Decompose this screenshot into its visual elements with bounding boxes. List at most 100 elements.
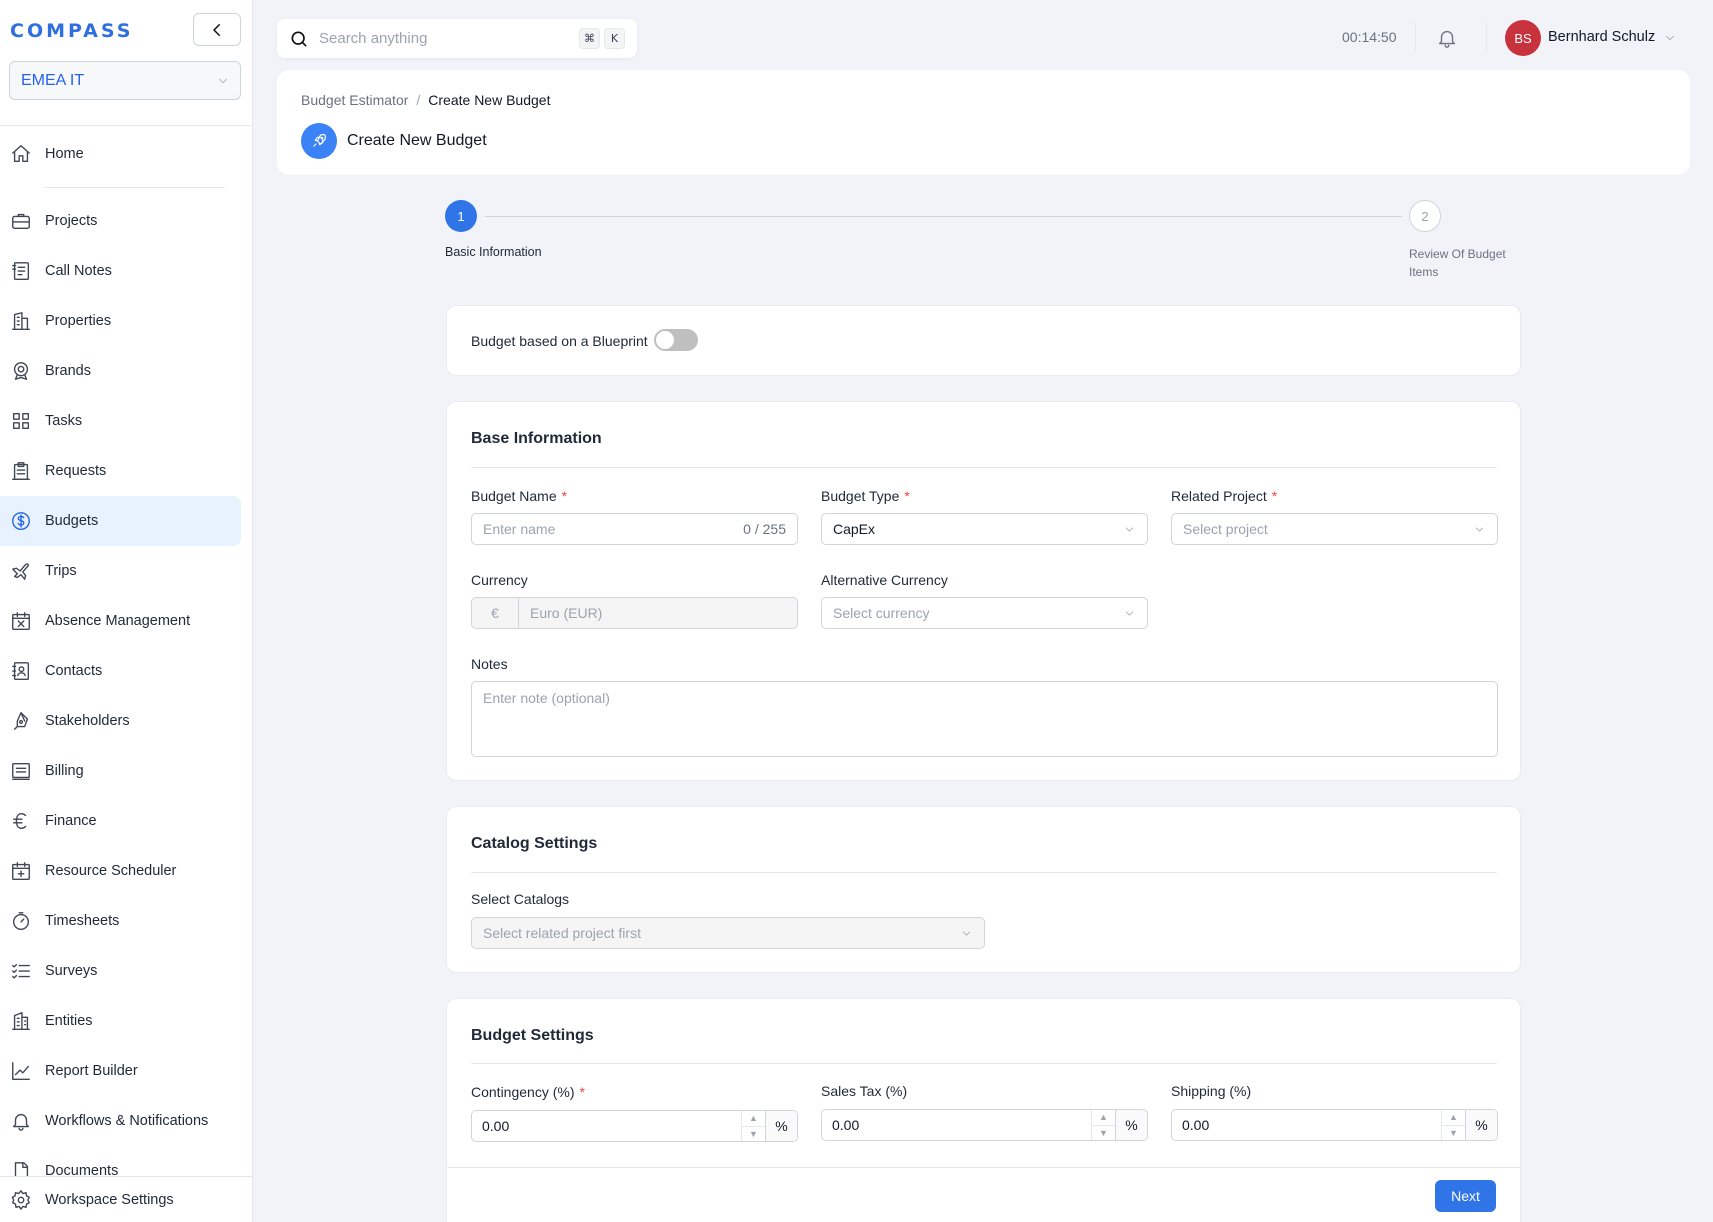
sidebar-item-label: Workspace Settings: [45, 1191, 174, 1208]
decrement-icon[interactable]: ▼: [742, 1127, 765, 1142]
currency-symbol: €: [472, 598, 519, 628]
collapse-sidebar-button[interactable]: [193, 13, 241, 46]
chevron-down-icon: [962, 930, 971, 936]
sidebar-item-call-notes[interactable]: Call Notes: [0, 246, 241, 296]
budget-name-input[interactable]: Enter name 0 / 255: [471, 513, 798, 545]
notifications-button[interactable]: [1436, 27, 1458, 49]
sidebar-item-label: Stakeholders: [45, 713, 130, 729]
sidebar-item-label: Workflows & Notifications: [45, 1113, 209, 1129]
sidebar-item-timesheets[interactable]: Timesheets: [0, 896, 241, 946]
sidebar-item-workflows-notifications[interactable]: Workflows & Notifications: [0, 1096, 241, 1146]
shortcut-k-key: K: [604, 28, 625, 49]
briefcase-icon: [12, 213, 30, 230]
sidebar-item-label: Budgets: [45, 513, 99, 529]
sidebar-item-budgets[interactable]: Budgets: [0, 496, 241, 546]
sidebar-item-stakeholders[interactable]: Stakeholders: [0, 696, 241, 746]
calendar-x-icon: [12, 612, 30, 630]
sidebar-item-brands[interactable]: Brands: [0, 346, 241, 396]
rocket-icon: [313, 134, 326, 147]
budget-type-select[interactable]: CapEx: [821, 513, 1148, 545]
increment-icon[interactable]: ▲: [1092, 1110, 1115, 1126]
sidebar-item-contacts[interactable]: Contacts: [0, 646, 241, 696]
step-1-label: Basic Information: [445, 245, 542, 259]
section-title: Budget Settings: [471, 1027, 594, 1044]
sidebar-item-trips[interactable]: Trips: [0, 546, 241, 596]
plane-icon: [12, 563, 30, 580]
chevron-down-icon: [1125, 610, 1134, 616]
sidebar-item-label: Call Notes: [45, 263, 112, 279]
shipping-value: 0.00: [1182, 1117, 1210, 1133]
number-stepper[interactable]: ▲ ▼: [1441, 1110, 1465, 1140]
budget-name-placeholder: Enter name: [483, 521, 556, 537]
shipping-input[interactable]: 0.00 ▲ ▼ %: [1171, 1109, 1498, 1141]
sidebar-item-label: Timesheets: [45, 913, 120, 929]
divider: [45, 187, 225, 188]
increment-icon[interactable]: ▲: [742, 1111, 765, 1127]
number-stepper[interactable]: ▲ ▼: [1091, 1110, 1115, 1140]
alternative-currency-placeholder: Select currency: [833, 605, 930, 621]
sidebar-item-entities[interactable]: Entities: [0, 996, 241, 1046]
chevron-down-icon: [1125, 526, 1134, 532]
sidebar-item-resource-scheduler[interactable]: Resource Scheduler: [0, 846, 241, 896]
next-button[interactable]: Next: [1435, 1180, 1496, 1212]
decrement-icon[interactable]: ▼: [1442, 1126, 1465, 1141]
step-1-indicator[interactable]: 1: [445, 200, 477, 232]
step-2-indicator[interactable]: 2: [1409, 200, 1441, 232]
related-project-placeholder: Select project: [1183, 521, 1268, 537]
sidebar-item-billing[interactable]: Billing: [0, 746, 241, 796]
sidebar-item-report-builder[interactable]: Report Builder: [0, 1046, 241, 1096]
section-title: Base Information: [471, 430, 602, 447]
divider: [471, 872, 1497, 873]
sidebar-item-properties[interactable]: Properties: [0, 296, 241, 346]
increment-icon[interactable]: ▲: [1442, 1110, 1465, 1126]
compass-logo: COMPASS: [10, 20, 134, 42]
stepper-line: [485, 216, 1402, 217]
sidebar-item-finance[interactable]: Finance: [0, 796, 241, 846]
gear-icon: [11, 1189, 30, 1210]
session-timer: 00:14:50: [1342, 29, 1397, 45]
breadcrumb-parent[interactable]: Budget Estimator: [301, 92, 408, 108]
notes-label: Notes: [471, 656, 508, 672]
divider: [447, 1167, 1522, 1168]
related-project-select[interactable]: Select project: [1171, 513, 1498, 545]
notes-textarea[interactable]: Enter note (optional): [471, 681, 1498, 757]
alternative-currency-select[interactable]: Select currency: [821, 597, 1148, 629]
sales-tax-input[interactable]: 0.00 ▲ ▼ %: [821, 1109, 1148, 1141]
avatar[interactable]: BS: [1505, 20, 1541, 56]
chevron-down-icon[interactable]: [1663, 31, 1677, 45]
select-catalogs-label: Select Catalogs: [471, 891, 570, 907]
divider: [471, 1063, 1497, 1064]
sidebar-item-label: Requests: [45, 463, 107, 479]
sidebar-item-projects[interactable]: Projects: [0, 196, 241, 246]
sidebar-item-requests[interactable]: Requests: [0, 446, 241, 496]
global-search[interactable]: Search anything ⌘ K: [277, 19, 637, 58]
sidebar-item-absence-management[interactable]: Absence Management: [0, 596, 241, 646]
divider: [471, 467, 1497, 468]
search-placeholder: Search anything: [319, 30, 428, 47]
budget-name-label: Budget Name *: [471, 488, 568, 504]
sidebar-item-workspace-settings[interactable]: Workspace Settings: [0, 1176, 252, 1222]
sidebar: COMPASS EMEA IT Home Projects Call Notes…: [0, 0, 253, 1222]
divider: [1415, 22, 1416, 52]
number-stepper[interactable]: ▲ ▼: [741, 1111, 765, 1141]
sidebar-item-home[interactable]: Home: [0, 129, 241, 179]
page-header: Budget Estimator / Create New Budget Creat…: [277, 70, 1690, 175]
shortcut-cmd-key: ⌘: [579, 28, 600, 49]
percent-suffix: %: [765, 1111, 797, 1141]
sidebar-item-tasks[interactable]: Tasks: [0, 396, 241, 446]
user-name[interactable]: Bernhard Schulz: [1548, 29, 1655, 45]
chevron-down-icon: [1475, 526, 1484, 532]
line-chart-icon: [12, 1062, 30, 1080]
blueprint-toggle[interactable]: [654, 329, 698, 351]
decrement-icon[interactable]: ▼: [1092, 1126, 1115, 1141]
bell-icon: [12, 1113, 30, 1131]
receipt-icon: [12, 762, 30, 780]
char-counter: 0 / 255: [743, 521, 786, 537]
related-project-label: Related Project *: [1171, 488, 1278, 504]
euro-icon: [12, 812, 27, 830]
contingency-input[interactable]: 0.00 ▲ ▼ %: [471, 1110, 798, 1142]
sales-tax-value: 0.00: [832, 1117, 860, 1133]
sidebar-item-surveys[interactable]: Surveys: [0, 946, 241, 996]
step-2-label: Review Of Budget Items: [1409, 247, 1506, 279]
workspace-select[interactable]: EMEA IT: [9, 61, 241, 100]
